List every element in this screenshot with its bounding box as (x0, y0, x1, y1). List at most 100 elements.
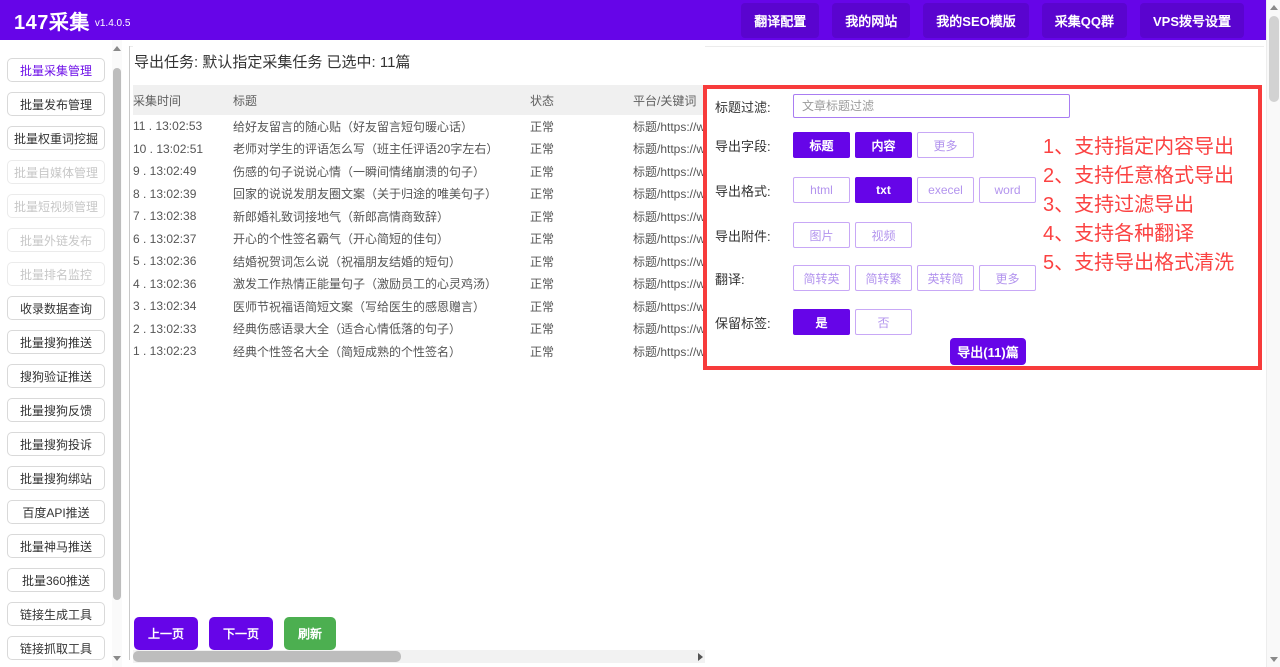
main-content: 导出任务: 默认指定采集任务 已选中: 11篇 采集时间 标题 状态 平台/关键… (133, 40, 705, 667)
promo-annotation: 3、支持过滤导出 (1043, 191, 1234, 220)
field-content-button[interactable]: 内容 (855, 132, 912, 158)
cell-time: 2 . 13:02:33 (133, 322, 233, 336)
keeptag-no-button[interactable]: 否 (855, 309, 912, 335)
sidebar-item-index-data-query[interactable]: 收录数据查询 (7, 296, 105, 320)
export-panel: 标题过滤: 导出字段: 标题 内容 更多 导出格式: html txt exec… (703, 85, 1262, 370)
sidebar-item-batch-collect-mgmt[interactable]: 批量采集管理 (7, 58, 105, 82)
promo-annotation: 4、支持各种翻译 (1043, 220, 1234, 249)
cell-time: 5 . 13:02:36 (133, 254, 233, 268)
sidebar-item-baidu-api-push[interactable]: 百度API推送 (7, 500, 105, 524)
table-row[interactable]: 9 . 13:02:49 伤感的句子说说心情（一瞬间情绪崩溃的句子） 正常 标题… (133, 160, 705, 183)
translate-more-button[interactable]: 更多 (979, 265, 1036, 291)
sidebar-item-weight-word-mining[interactable]: 批量权重词挖掘 (7, 126, 105, 150)
menu-collect-qq-group[interactable]: 采集QQ群 (1042, 3, 1127, 38)
field-more-button[interactable]: 更多 (917, 132, 974, 158)
sidebar-item-360-push[interactable]: 批量360推送 (7, 568, 105, 592)
content-divider-vertical (129, 46, 130, 660)
sidebar-item-short-video-mgmt[interactable]: 批量短视频管理 (7, 194, 105, 218)
sidebar-item-sogou-verify-push[interactable]: 搜狗验证推送 (7, 364, 105, 388)
collect-result-table: 采集时间 标题 状态 平台/关键词 11 . 13:02:53 给好友留言的随心… (133, 85, 705, 363)
format-word-button[interactable]: word (979, 177, 1036, 203)
sidebar-item-sogou-bind-site[interactable]: 批量搜狗绑站 (7, 466, 105, 490)
table-row[interactable]: 11 . 13:02:53 给好友留言的随心贴（好友留言短句暖心话） 正常 标题… (133, 115, 705, 138)
attach-video-button[interactable]: 视频 (855, 222, 912, 248)
cell-status: 正常 (530, 298, 633, 315)
cell-title: 新郎婚礼致词接地气（新郎高情商致辞） (233, 208, 530, 225)
pagination: 上一页 下一页 刷新 (134, 617, 336, 650)
refresh-button[interactable]: 刷新 (284, 617, 336, 650)
export-format-row: 导出格式: html txt execel word (715, 177, 1041, 203)
column-header-status: 状态 (530, 92, 633, 109)
menu-vps-dial-settings[interactable]: VPS拨号设置 (1140, 3, 1244, 38)
attach-image-button[interactable]: 图片 (793, 222, 850, 248)
field-title-button[interactable]: 标题 (793, 132, 850, 158)
sidebar-item-batch-publish-mgmt[interactable]: 批量发布管理 (7, 92, 105, 116)
sidebar-item-sogou-push[interactable]: 批量搜狗推送 (7, 330, 105, 354)
cell-status: 正常 (530, 343, 633, 360)
sidebar-item-backlink-publish[interactable]: 批量外链发布 (7, 228, 105, 252)
scroll-up-icon[interactable] (113, 46, 121, 51)
table-row[interactable]: 10 . 13:02:51 老师对学生的评语怎么写（班主任评语20字左右） 正常… (133, 138, 705, 161)
table-row[interactable]: 4 . 13:02:36 激发工作热情正能量句子（激励员工的心灵鸡汤） 正常 标… (133, 273, 705, 296)
cell-platform: 标题/https://www (633, 320, 705, 337)
sidebar-scrollbar[interactable] (112, 40, 122, 667)
promo-annotations: 1、支持指定内容导出 2、支持任意格式导出 3、支持过滤导出 4、支持各种翻译 … (1043, 133, 1234, 278)
title-filter-input[interactable] (793, 94, 1070, 118)
sidebar-item-shenma-push[interactable]: 批量神马推送 (7, 534, 105, 558)
table-row[interactable]: 7 . 13:02:38 新郎婚礼致词接地气（新郎高情商致辞） 正常 标题/ht… (133, 205, 705, 228)
menu-translate-config[interactable]: 翻译配置 (741, 3, 819, 38)
translate-label: 翻译: (715, 269, 793, 288)
export-attachment-row: 导出附件: 图片 视频 (715, 222, 917, 248)
scroll-right-icon[interactable] (698, 653, 703, 661)
scroll-down-icon[interactable] (1270, 657, 1278, 662)
format-txt-button[interactable]: txt (855, 177, 912, 203)
sidebar-item-rank-monitor[interactable]: 批量排名监控 (7, 262, 105, 286)
cell-status: 正常 (530, 208, 633, 225)
title-filter-row: 标题过滤: (715, 93, 1070, 119)
keeptag-yes-button[interactable]: 是 (793, 309, 850, 335)
sidebar-item-sogou-feedback[interactable]: 批量搜狗反馈 (7, 398, 105, 422)
prev-page-button[interactable]: 上一页 (134, 617, 198, 650)
cell-status: 正常 (530, 230, 633, 247)
export-button[interactable]: 导出(11)篇 (950, 338, 1026, 365)
table-row[interactable]: 3 . 13:02:34 医师节祝福语简短文案（写给医生的感恩赠言） 正常 标题… (133, 295, 705, 318)
translate-s2e-button[interactable]: 简转英 (793, 265, 850, 291)
translate-s2t-button[interactable]: 简转繁 (855, 265, 912, 291)
cell-time: 10 . 13:02:51 (133, 142, 233, 156)
scroll-down-icon[interactable] (113, 656, 121, 661)
vscroll-thumb[interactable] (1269, 16, 1279, 102)
table-row[interactable]: 5 . 13:02:36 结婚祝贺词怎么说（祝福朋友结婚的短句） 正常 标题/h… (133, 250, 705, 273)
title-filter-label: 标题过滤: (715, 97, 793, 116)
menu-my-website[interactable]: 我的网站 (832, 3, 910, 38)
cell-title: 医师节祝福语简短文案（写给医生的感恩赠言） (233, 298, 530, 315)
sidebar-scroll-thumb[interactable] (113, 68, 121, 600)
sidebar-item-link-generate-tool[interactable]: 链接生成工具 (7, 602, 105, 626)
table-row[interactable]: 6 . 13:02:37 开心的个性签名霸气（开心简短的佳句） 正常 标题/ht… (133, 228, 705, 251)
app-logo: 147采集 (14, 6, 90, 35)
page-scrollbar[interactable] (1266, 0, 1280, 667)
table-row[interactable]: 8 . 13:02:39 回家的说说发朋友圈文案（关于归途的唯美句子） 正常 标… (133, 183, 705, 206)
format-execel-button[interactable]: execel (917, 177, 974, 203)
scroll-up-icon[interactable] (1270, 5, 1278, 10)
cell-title: 老师对学生的评语怎么写（班主任评语20字左右） (233, 140, 530, 157)
next-page-button[interactable]: 下一页 (209, 617, 273, 650)
cell-time: 4 . 13:02:36 (133, 277, 233, 291)
cell-platform: 标题/https://www (633, 185, 705, 202)
topbar-menu: 翻译配置 我的网站 我的SEO模版 采集QQ群 VPS拨号设置 (741, 3, 1244, 38)
cell-platform: 标题/https://www (633, 163, 705, 180)
hscroll-thumb[interactable] (133, 651, 401, 662)
format-html-button[interactable]: html (793, 177, 850, 203)
sidebar-item-media-mgmt[interactable]: 批量自媒体管理 (7, 160, 105, 184)
menu-my-seo-template[interactable]: 我的SEO模版 (923, 3, 1028, 38)
translate-e2s-button[interactable]: 英转简 (917, 265, 974, 291)
cell-platform: 标题/https://www (633, 118, 705, 135)
sidebar-item-link-fetch-tool[interactable]: 链接抓取工具 (7, 636, 105, 660)
cell-platform: 标题/https://www (633, 343, 705, 360)
table-row[interactable]: 1 . 13:02:23 经典个性签名大全（简短成熟的个性签名） 正常 标题/h… (133, 340, 705, 363)
cell-status: 正常 (530, 140, 633, 157)
cell-title: 结婚祝贺词怎么说（祝福朋友结婚的短句） (233, 253, 530, 270)
table-row[interactable]: 2 . 13:02:33 经典伤感语录大全（适合心情低落的句子） 正常 标题/h… (133, 318, 705, 341)
sidebar-item-sogou-complaint[interactable]: 批量搜狗投诉 (7, 432, 105, 456)
cell-time: 9 . 13:02:49 (133, 164, 233, 178)
horizontal-scrollbar[interactable] (133, 650, 705, 663)
